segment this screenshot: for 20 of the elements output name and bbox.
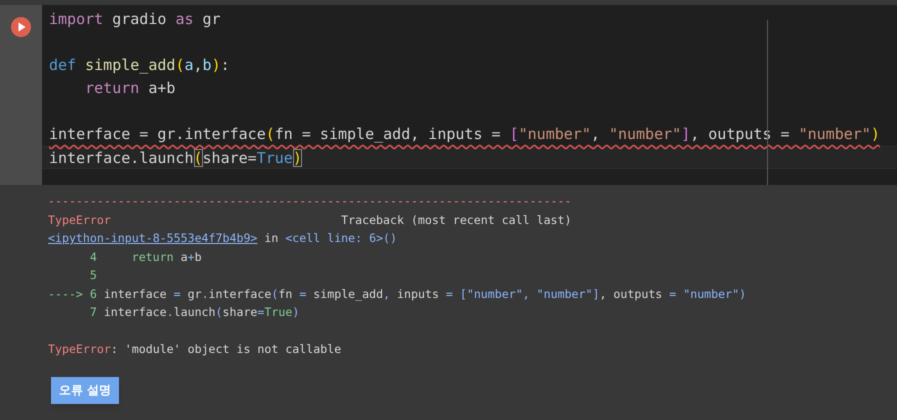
traceback-heading: Traceback (most recent call last) [341, 212, 572, 228]
run-button[interactable] [11, 17, 31, 37]
source-line: interface.launch(share=True) [104, 304, 300, 321]
code-line: return a+b [84, 79, 176, 97]
line-number: 5 [90, 267, 97, 284]
error-type: TypeError [48, 212, 111, 228]
traceback-location: <ipython-input-8-5553e4f7b4b9> in <cell line: 6>() [48, 230, 398, 247]
code-line: def simple_add(a,b): [49, 56, 230, 74]
traceback-rule: --------------------------------------------------------------------------- [48, 193, 572, 210]
line-number: 6 [90, 286, 97, 302]
code-line: interface = gr.interface(fn = simple_add, inputs = ["number", "number"], outputs = "number") [49, 125, 880, 143]
error-message: TypeError: 'module' object is not callable [48, 341, 342, 358]
code-line: interface.launch(share=True) [49, 149, 302, 167]
current-line-arrow: ----> [48, 286, 83, 300]
line-number: 4 [90, 248, 97, 266]
code-editor[interactable]: import gradio as gr def simple_add(a,b): return a+b interface = gr.interface(fn = simple_add, inputs = ["number", "number"], outputs = "number") interface.launch(share=True) [42, 5, 897, 185]
line-number: 7 [90, 304, 97, 321]
source-line: return a+b [130, 248, 202, 266]
source-line: interface = gr.interface(fn = simple_add, inputs = ["number", "number"], outputs = "number") [104, 286, 746, 303]
code-line: import gradio as gr [49, 10, 221, 28]
